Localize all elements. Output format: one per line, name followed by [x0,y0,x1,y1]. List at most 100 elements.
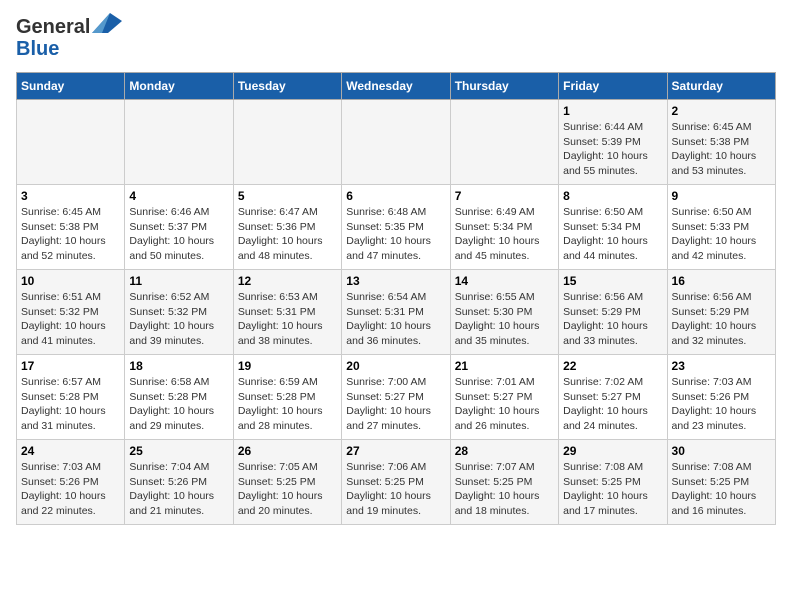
day-number: 10 [21,274,120,288]
day-info: Sunrise: 7:02 AM Sunset: 5:27 PM Dayligh… [563,375,662,434]
day-info: Sunrise: 6:48 AM Sunset: 5:35 PM Dayligh… [346,205,445,264]
calendar-cell: 8 Sunrise: 6:50 AM Sunset: 5:34 PM Daylig… [559,185,667,270]
day-info: Sunrise: 6:50 AM Sunset: 5:33 PM Dayligh… [672,205,771,264]
weekday-header-saturday: Saturday [667,73,775,100]
day-info: Sunrise: 6:49 AM Sunset: 5:34 PM Dayligh… [455,205,554,264]
day-info: Sunrise: 6:47 AM Sunset: 5:36 PM Dayligh… [238,205,337,264]
calendar-cell: 9 Sunrise: 6:50 AM Sunset: 5:33 PM Daylig… [667,185,775,270]
day-info: Sunrise: 6:45 AM Sunset: 5:38 PM Dayligh… [21,205,120,264]
day-number: 3 [21,189,120,203]
day-info: Sunrise: 7:06 AM Sunset: 5:25 PM Dayligh… [346,460,445,519]
calendar-cell: 27 Sunrise: 7:06 AM Sunset: 5:25 PM Dayli… [342,440,450,525]
day-number: 19 [238,359,337,373]
day-info: Sunrise: 7:08 AM Sunset: 5:25 PM Dayligh… [563,460,662,519]
day-info: Sunrise: 6:53 AM Sunset: 5:31 PM Dayligh… [238,290,337,349]
calendar-cell [233,100,341,185]
day-number: 15 [563,274,662,288]
logo-bird-icon [92,13,122,53]
day-info: Sunrise: 6:46 AM Sunset: 5:37 PM Dayligh… [129,205,228,264]
day-number: 20 [346,359,445,373]
weekday-header-sunday: Sunday [17,73,125,100]
day-number: 9 [672,189,771,203]
day-info: Sunrise: 7:00 AM Sunset: 5:27 PM Dayligh… [346,375,445,434]
calendar-cell: 19 Sunrise: 6:59 AM Sunset: 5:28 PM Dayli… [233,355,341,440]
calendar-cell: 17 Sunrise: 6:57 AM Sunset: 5:28 PM Dayli… [17,355,125,440]
day-info: Sunrise: 6:56 AM Sunset: 5:29 PM Dayligh… [563,290,662,349]
day-number: 12 [238,274,337,288]
weekday-header-wednesday: Wednesday [342,73,450,100]
weekday-header-tuesday: Tuesday [233,73,341,100]
day-info: Sunrise: 7:03 AM Sunset: 5:26 PM Dayligh… [672,375,771,434]
day-number: 14 [455,274,554,288]
day-info: Sunrise: 7:05 AM Sunset: 5:25 PM Dayligh… [238,460,337,519]
day-info: Sunrise: 6:56 AM Sunset: 5:29 PM Dayligh… [672,290,771,349]
day-number: 2 [672,104,771,118]
calendar-cell: 29 Sunrise: 7:08 AM Sunset: 5:25 PM Dayli… [559,440,667,525]
day-info: Sunrise: 6:50 AM Sunset: 5:34 PM Dayligh… [563,205,662,264]
page-header: General Blue [16,16,776,60]
calendar-cell: 6 Sunrise: 6:48 AM Sunset: 5:35 PM Daylig… [342,185,450,270]
calendar-cell [125,100,233,185]
day-number: 22 [563,359,662,373]
calendar-cell: 2 Sunrise: 6:45 AM Sunset: 5:38 PM Daylig… [667,100,775,185]
day-number: 21 [455,359,554,373]
day-info: Sunrise: 7:04 AM Sunset: 5:26 PM Dayligh… [129,460,228,519]
day-number: 26 [238,444,337,458]
day-number: 27 [346,444,445,458]
calendar-cell: 24 Sunrise: 7:03 AM Sunset: 5:26 PM Dayli… [17,440,125,525]
day-number: 7 [455,189,554,203]
calendar-cell: 7 Sunrise: 6:49 AM Sunset: 5:34 PM Daylig… [450,185,558,270]
day-number: 18 [129,359,228,373]
day-number: 17 [21,359,120,373]
day-info: Sunrise: 6:59 AM Sunset: 5:28 PM Dayligh… [238,375,337,434]
day-number: 13 [346,274,445,288]
day-number: 30 [672,444,771,458]
calendar-cell: 18 Sunrise: 6:58 AM Sunset: 5:28 PM Dayli… [125,355,233,440]
calendar-cell: 23Sunrise: 7:03 AM Sunset: 5:26 PM Dayli… [667,355,775,440]
calendar-cell: 11 Sunrise: 6:52 AM Sunset: 5:32 PM Dayli… [125,270,233,355]
calendar-cell: 28 Sunrise: 7:07 AM Sunset: 5:25 PM Dayli… [450,440,558,525]
day-number: 5 [238,189,337,203]
day-number: 25 [129,444,228,458]
day-number: 8 [563,189,662,203]
day-number: 6 [346,189,445,203]
day-number: 16 [672,274,771,288]
calendar-cell [450,100,558,185]
day-info: Sunrise: 6:45 AM Sunset: 5:38 PM Dayligh… [672,120,771,179]
calendar-cell: 20 Sunrise: 7:00 AM Sunset: 5:27 PM Dayli… [342,355,450,440]
day-info: Sunrise: 6:44 AM Sunset: 5:39 PM Dayligh… [563,120,662,179]
calendar-cell: 25 Sunrise: 7:04 AM Sunset: 5:26 PM Dayli… [125,440,233,525]
calendar-cell: 16 Sunrise: 6:56 AM Sunset: 5:29 PM Dayli… [667,270,775,355]
day-number: 1 [563,104,662,118]
day-info: Sunrise: 6:58 AM Sunset: 5:28 PM Dayligh… [129,375,228,434]
weekday-header-monday: Monday [125,73,233,100]
day-info: Sunrise: 6:52 AM Sunset: 5:32 PM Dayligh… [129,290,228,349]
day-info: Sunrise: 7:07 AM Sunset: 5:25 PM Dayligh… [455,460,554,519]
calendar-cell: 4Sunrise: 6:46 AM Sunset: 5:37 PM Daylig… [125,185,233,270]
calendar-cell: 22 Sunrise: 7:02 AM Sunset: 5:27 PM Dayli… [559,355,667,440]
calendar-cell: 21 Sunrise: 7:01 AM Sunset: 5:27 PM Dayli… [450,355,558,440]
calendar-cell: 3 Sunrise: 6:45 AM Sunset: 5:38 PM Daylig… [17,185,125,270]
calendar-cell: 5 Sunrise: 6:47 AM Sunset: 5:36 PM Daylig… [233,185,341,270]
day-info: Sunrise: 7:08 AM Sunset: 5:25 PM Dayligh… [672,460,771,519]
day-info: Sunrise: 7:01 AM Sunset: 5:27 PM Dayligh… [455,375,554,434]
day-number: 29 [563,444,662,458]
day-info: Sunrise: 6:55 AM Sunset: 5:30 PM Dayligh… [455,290,554,349]
calendar-cell: 30 Sunrise: 7:08 AM Sunset: 5:25 PM Dayli… [667,440,775,525]
weekday-header-friday: Friday [559,73,667,100]
calendar-cell: 12 Sunrise: 6:53 AM Sunset: 5:31 PM Dayli… [233,270,341,355]
logo: General Blue [16,16,122,60]
day-number: 24 [21,444,120,458]
calendar-cell [17,100,125,185]
calendar-cell: 26 Sunrise: 7:05 AM Sunset: 5:25 PM Dayli… [233,440,341,525]
day-info: Sunrise: 7:03 AM Sunset: 5:26 PM Dayligh… [21,460,120,519]
calendar-cell: 15 Sunrise: 6:56 AM Sunset: 5:29 PM Dayli… [559,270,667,355]
calendar-cell: 10Sunrise: 6:51 AM Sunset: 5:32 PM Dayli… [17,270,125,355]
calendar-cell: 1 Sunrise: 6:44 AM Sunset: 5:39 PM Daylig… [559,100,667,185]
weekday-header-thursday: Thursday [450,73,558,100]
calendar-table: SundayMondayTuesdayWednesdayThursdayFrid… [16,72,776,525]
day-number: 28 [455,444,554,458]
calendar-cell [342,100,450,185]
day-info: Sunrise: 6:57 AM Sunset: 5:28 PM Dayligh… [21,375,120,434]
day-number: 11 [129,274,228,288]
